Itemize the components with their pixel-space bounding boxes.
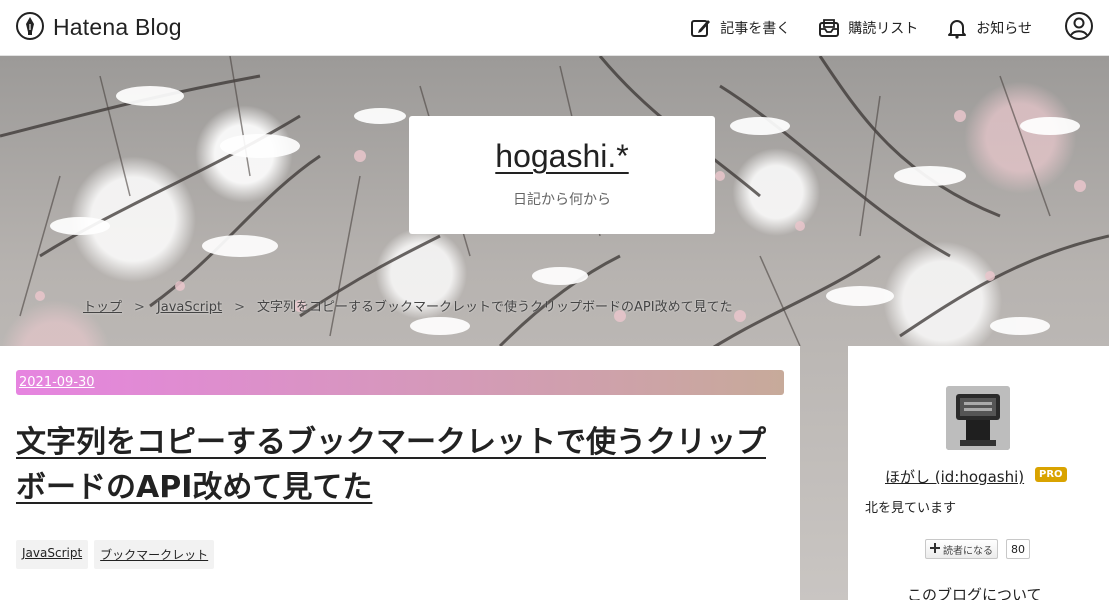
- profile-name-link[interactable]: ほがし (id:hogashi): [885, 466, 1024, 487]
- notifications-label: お知らせ: [976, 20, 1032, 37]
- blog-description: 日記から何から: [513, 192, 611, 208]
- fountain-pen-icon: [15, 11, 45, 45]
- subscription-list-label: 購読リスト: [848, 20, 919, 37]
- write-entry-label: 記事を書く: [720, 20, 791, 37]
- write-entry-button[interactable]: 記事を書く: [690, 17, 790, 39]
- bell-icon: [946, 17, 968, 39]
- breadcrumb-category-link[interactable]: JavaScript: [157, 300, 222, 315]
- entry-date-link[interactable]: 2021-09-30: [19, 375, 95, 390]
- avatar[interactable]: [946, 386, 1010, 450]
- entry-date-bar: 2021-09-30: [16, 370, 784, 395]
- pro-badge: PRO: [1035, 467, 1067, 482]
- subscribe-reader-label: 読者になる: [943, 545, 993, 557]
- entry-tags: JavaScript ブックマークレット: [16, 540, 215, 569]
- entry-title-link[interactable]: 文字列をコピーするブックマークレットで使うクリップボードのAPI改めて見てた: [16, 420, 786, 510]
- about-blog-heading: このブログについて: [907, 586, 1042, 600]
- hatena-blog-logo[interactable]: Hatena Blog: [15, 11, 182, 45]
- sidebar-profile: ほがし (id:hogashi) PRO 北を見ています 読者になる 80 この…: [848, 346, 1109, 600]
- edit-icon: [690, 17, 712, 39]
- tag-javascript[interactable]: JavaScript: [16, 540, 89, 569]
- breadcrumb-separator: >: [234, 300, 245, 315]
- breadcrumb: トップ > JavaScript > 文字列をコピーするブックマークレットで使うクリップ…: [83, 296, 733, 315]
- blog-title-link[interactable]: hogashi.*: [409, 138, 715, 175]
- entry-article: 2021-09-30 文字列をコピーするブックマークレットで使うクリップボードの…: [0, 346, 800, 600]
- subscribe-reader-button[interactable]: 読者になる: [925, 539, 998, 559]
- user-menu-icon[interactable]: [1064, 11, 1094, 45]
- plus-icon: [930, 542, 940, 556]
- inbox-icon: [818, 17, 840, 39]
- breadcrumb-current: 文字列をコピーするブックマークレットで使うクリップボードのAPI改めて見てた: [257, 300, 733, 315]
- header-nav: 記事を書く 購読リスト お知らせ: [690, 11, 1094, 45]
- brand-name: Hatena Blog: [53, 14, 182, 40]
- subscription-list-button[interactable]: 購読リスト: [818, 17, 918, 39]
- global-header: Hatena Blog 記事を書く 購読リスト お知らせ: [0, 0, 1109, 56]
- tag-bookmarklet[interactable]: ブックマークレット: [94, 540, 215, 569]
- notifications-button[interactable]: お知らせ: [946, 17, 1032, 39]
- breadcrumb-separator: >: [134, 300, 145, 315]
- profile-description: 北を見ています: [865, 501, 957, 516]
- reader-count: 80: [1006, 539, 1030, 559]
- breadcrumb-top-link[interactable]: トップ: [83, 300, 122, 315]
- blog-title-box: hogashi.* 日記から何から: [409, 116, 715, 234]
